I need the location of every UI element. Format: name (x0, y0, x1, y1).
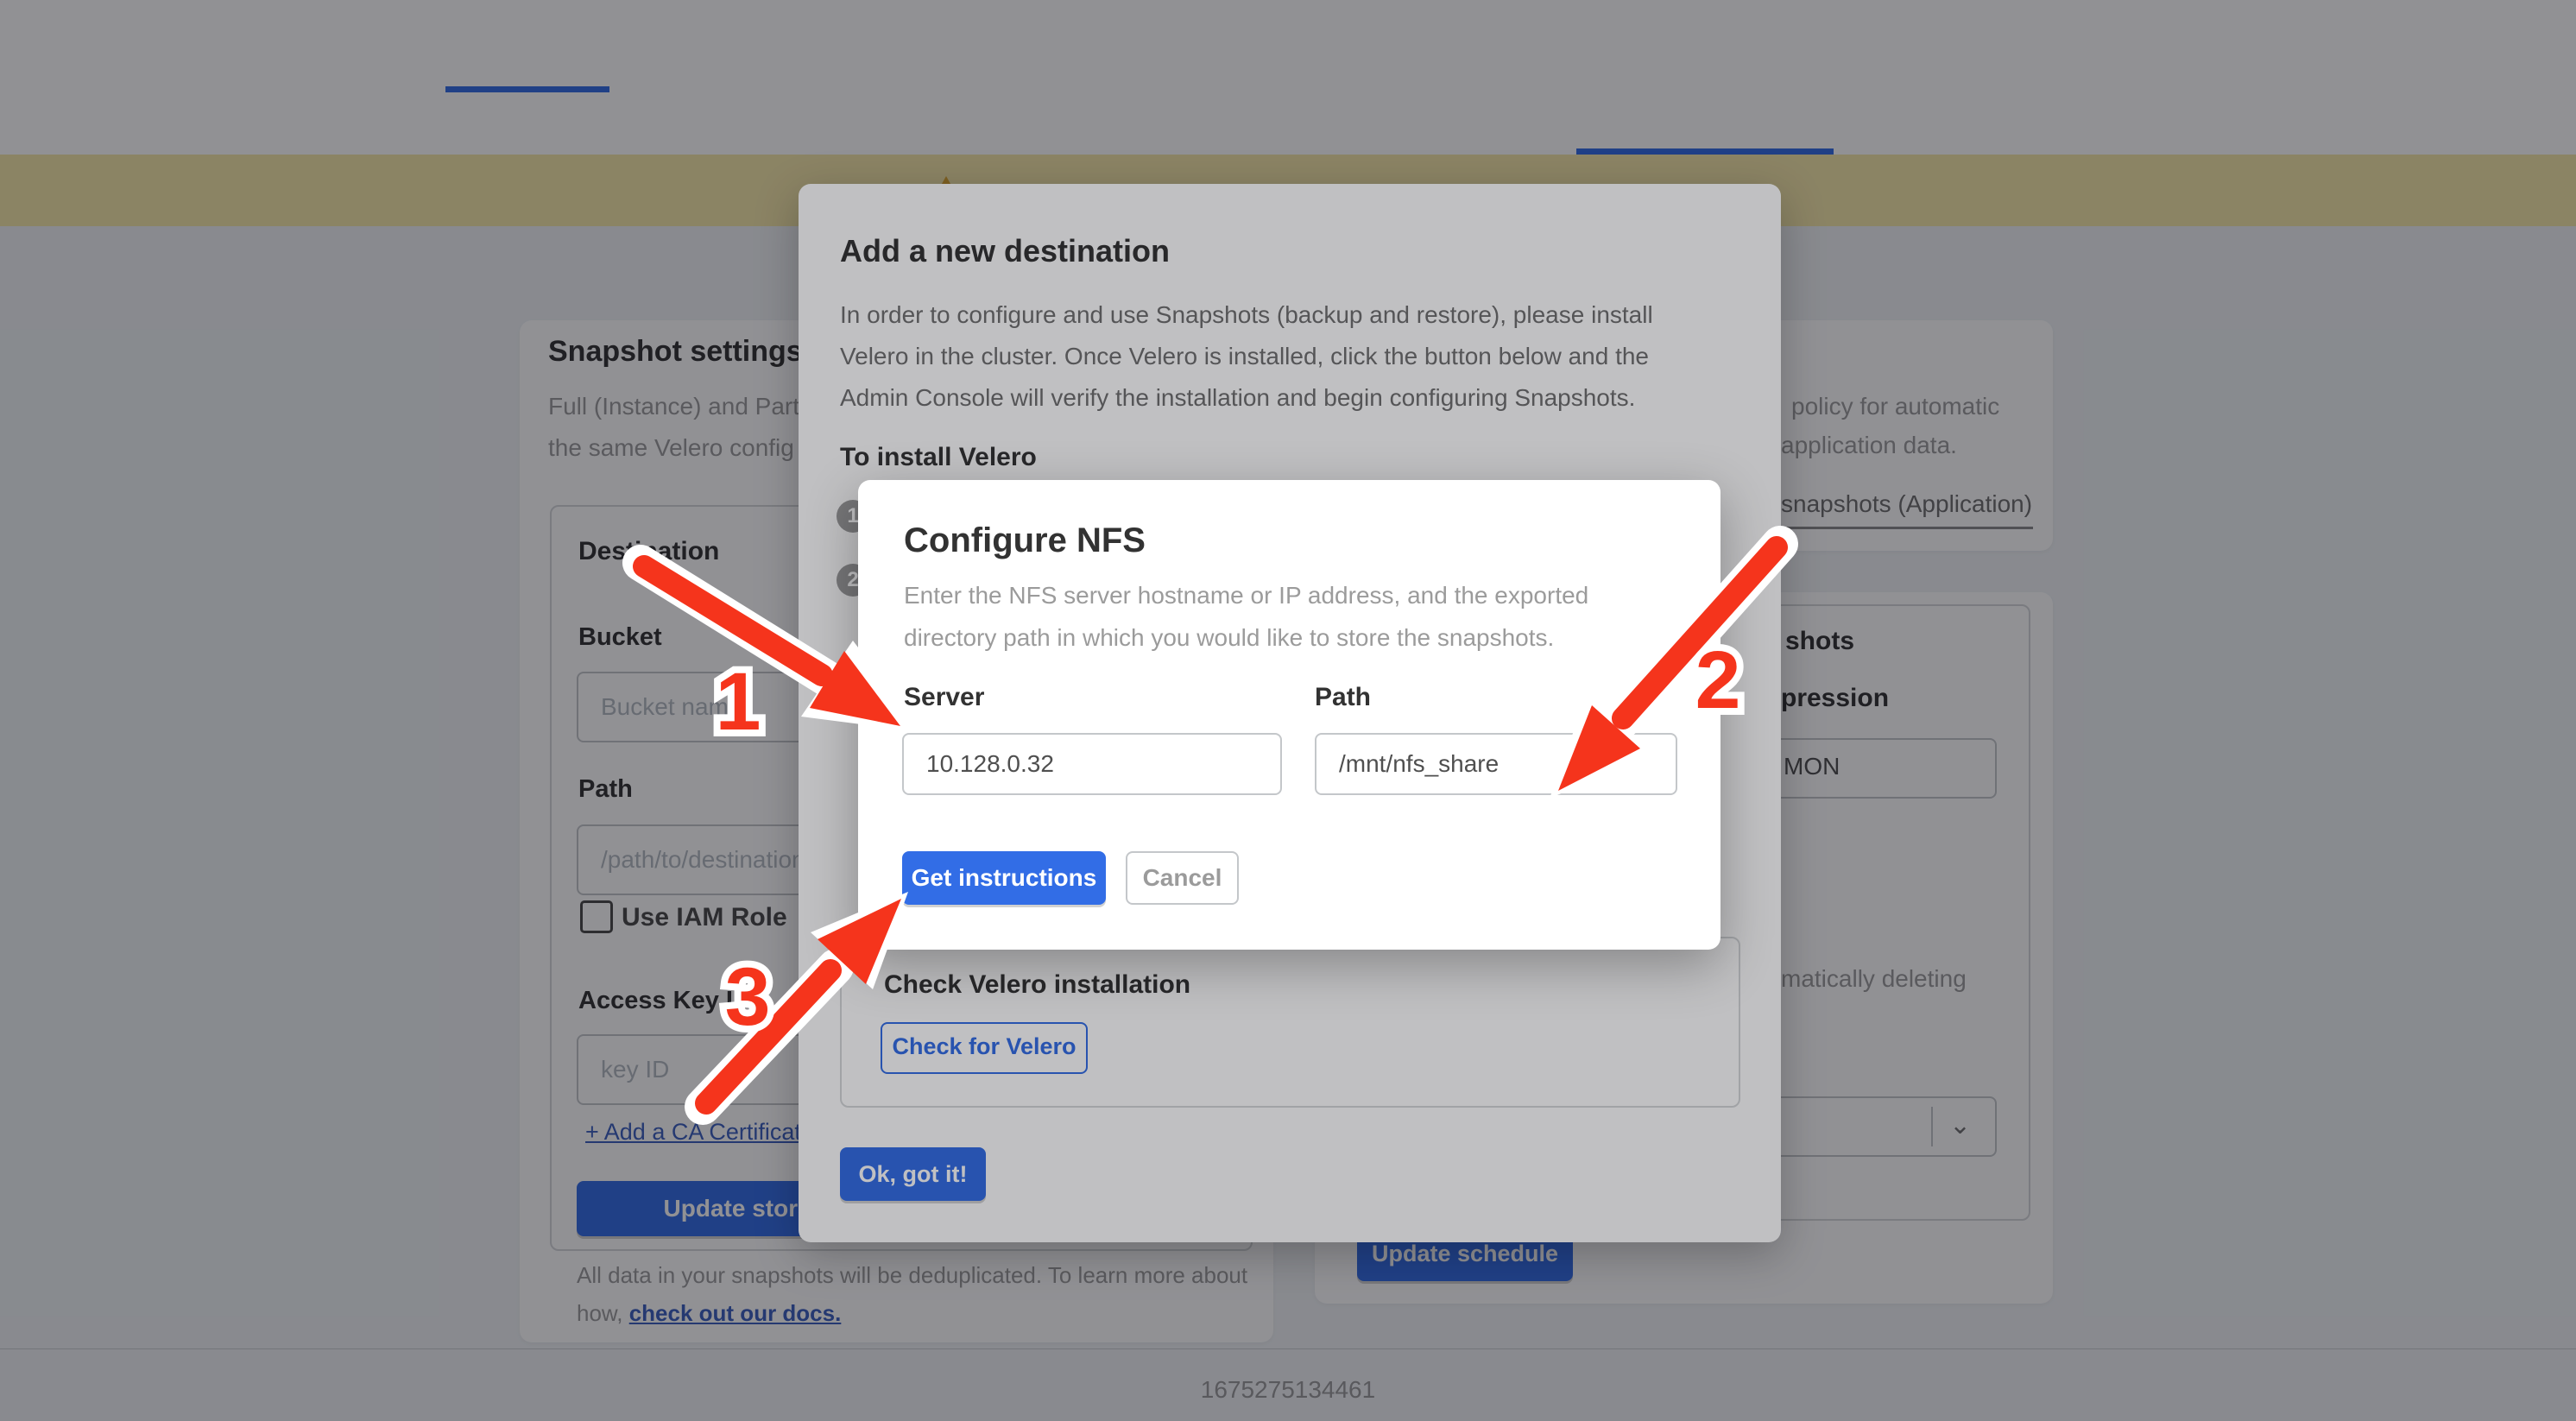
nfs-path-label: Path (1315, 683, 1371, 712)
admin-console-screen: ☸ Application GitOps Snapshots Full Snap… (0, 0, 2576, 1421)
nfs-description-line2: directory path in which you would like t… (904, 624, 1554, 652)
get-instructions-button[interactable]: Get instructions (902, 851, 1106, 905)
configure-nfs-title: Configure NFS (904, 521, 1146, 560)
nfs-description-line1: Enter the NFS server hostname or IP addr… (904, 582, 1588, 609)
server-input[interactable] (902, 733, 1282, 795)
cancel-button[interactable]: Cancel (1126, 851, 1239, 905)
nfs-path-input[interactable] (1315, 733, 1677, 795)
configure-nfs-modal: Configure NFS Enter the NFS server hostn… (858, 480, 1720, 950)
server-label: Server (904, 683, 984, 712)
